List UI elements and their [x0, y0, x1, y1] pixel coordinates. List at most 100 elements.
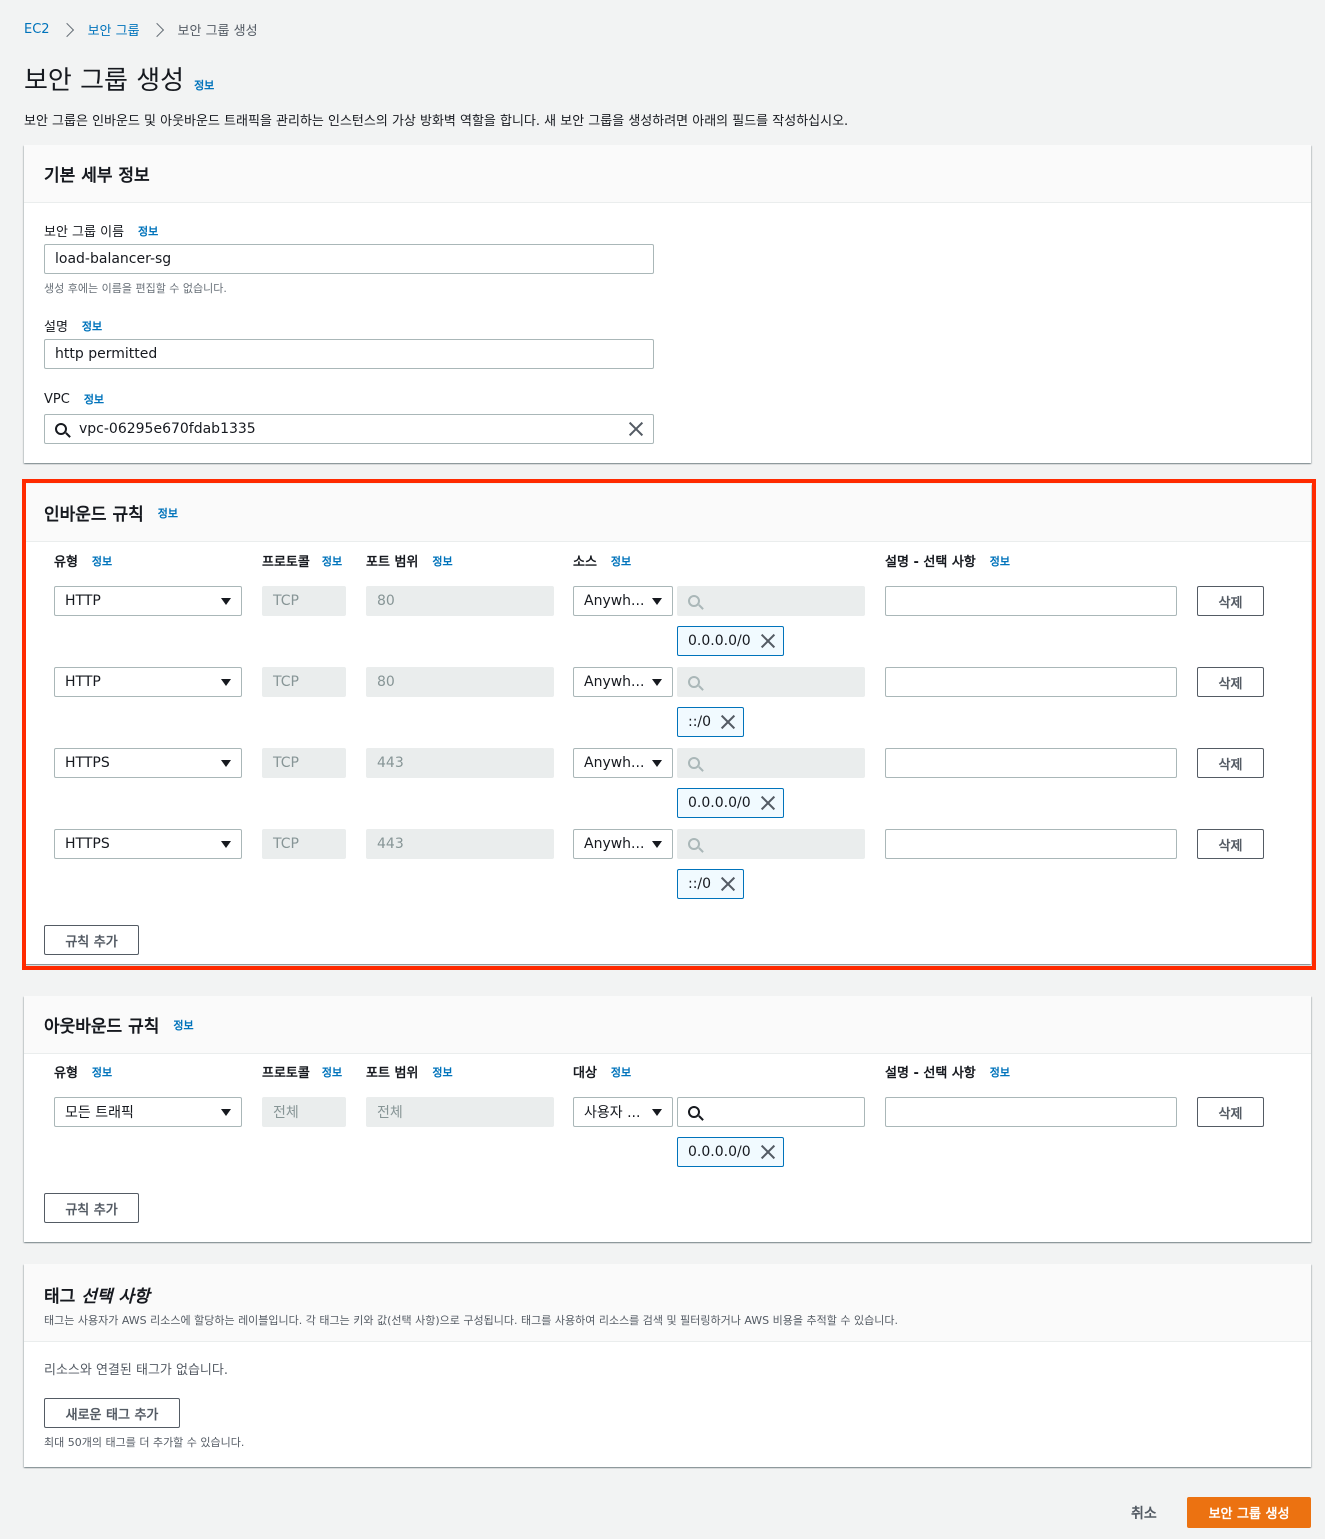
- caret-down-icon: [221, 1108, 231, 1116]
- name-hint: 생성 후에는 이름을 편집할 수 없습니다.: [44, 282, 227, 295]
- search-icon: [688, 676, 700, 688]
- add-outbound-rule-button[interactable]: 규칙 추가: [44, 1193, 139, 1223]
- add-inbound-rule-button[interactable]: 규칙 추가: [44, 925, 139, 955]
- description-value: http permitted: [55, 346, 158, 362]
- inbound-source-select[interactable]: Anywh...: [573, 586, 673, 616]
- description-input[interactable]: http permitted: [44, 339, 654, 369]
- inbound-cidr-search[interactable]: [677, 667, 865, 697]
- inbound-cidr-token: 0.0.0.0/0: [677, 788, 784, 818]
- vpc-select[interactable]: vpc-06295e670fdab1335: [44, 414, 654, 444]
- search-icon: [688, 595, 700, 607]
- tags-empty-text: 리소스와 연결된 태그가 없습니다.: [44, 1363, 228, 1378]
- info-link[interactable]: 정보: [158, 505, 178, 521]
- col-protocol-label: 프로토콜: [262, 555, 310, 570]
- inbound-description-input[interactable]: [885, 748, 1177, 778]
- info-link[interactable]: 정보: [990, 553, 1010, 569]
- col-destination: 대상 정보: [573, 1062, 631, 1082]
- inbound-type-select[interactable]: HTTPS: [54, 829, 242, 859]
- info-link[interactable]: 정보: [611, 1064, 631, 1080]
- col-type-label: 유형: [54, 555, 78, 570]
- description-label-text: 설명: [44, 320, 68, 335]
- create-security-group-button[interactable]: 보안 그룹 생성: [1187, 1497, 1311, 1528]
- tags-description: 태그는 사용자가 AWS 리소스에 할당하는 레이블입니다. 각 태그는 키와 …: [44, 1314, 898, 1327]
- info-link[interactable]: 정보: [322, 553, 342, 569]
- info-link[interactable]: 정보: [990, 1064, 1010, 1080]
- security-group-name-input[interactable]: load-balancer-sg: [44, 244, 654, 274]
- caret-down-icon: [221, 759, 231, 767]
- remove-icon[interactable]: [721, 715, 735, 729]
- outbound-type-select[interactable]: 모든 트래픽: [54, 1097, 242, 1127]
- remove-icon[interactable]: [761, 796, 775, 810]
- caret-down-icon: [221, 840, 231, 848]
- inbound-rules-panel: 인바운드 규칙 정보 유형 정보 프로토콜 정보 포트 범위 정보 소스 정보 설명 -…: [24, 484, 1311, 964]
- col-source: 소스 정보: [573, 551, 631, 571]
- col-protocol-label: 프로토콜: [262, 1066, 310, 1081]
- breadcrumb-security-groups[interactable]: 보안 그룹: [88, 20, 140, 39]
- inbound-cidr-search[interactable]: [677, 748, 865, 778]
- search-icon: [688, 757, 700, 769]
- type-value: HTTP: [65, 593, 101, 609]
- outbound-port-field: 전체: [366, 1097, 554, 1127]
- inbound-protocol-field: TCP: [262, 586, 346, 616]
- info-link[interactable]: 정보: [322, 1064, 342, 1080]
- inbound-cidr-search[interactable]: [677, 829, 865, 859]
- breadcrumb-current: 보안 그룹 생성: [177, 24, 258, 39]
- add-tag-button[interactable]: 새로운 태그 추가: [44, 1398, 180, 1428]
- outbound-cidr-search[interactable]: [677, 1097, 865, 1127]
- inbound-description-input[interactable]: [885, 829, 1177, 859]
- delete-rule-button[interactable]: 삭제: [1197, 748, 1264, 778]
- info-link[interactable]: 정보: [84, 391, 104, 407]
- outbound-cidr-token: 0.0.0.0/0: [677, 1137, 784, 1167]
- info-link[interactable]: 정보: [138, 223, 158, 239]
- inbound-source-select[interactable]: Anywh...: [573, 667, 673, 697]
- page-title: 보안 그룹 생성: [24, 66, 185, 96]
- panel-header: 아웃바운드 규칙 정보: [24, 996, 1311, 1054]
- remove-icon[interactable]: [761, 634, 775, 648]
- info-link[interactable]: 정보: [173, 1017, 193, 1033]
- breadcrumb-ec2[interactable]: EC2: [24, 22, 50, 37]
- inbound-type-select[interactable]: HTTP: [54, 586, 242, 616]
- basic-details-panel: 기본 세부 정보 보안 그룹 이름 정보 load-balancer-sg 생성…: [24, 145, 1311, 463]
- port-value: 80: [377, 593, 395, 609]
- info-link[interactable]: 정보: [194, 77, 214, 93]
- panel-header: 인바운드 규칙 정보: [24, 484, 1311, 542]
- caret-down-icon: [652, 759, 662, 767]
- info-link[interactable]: 정보: [92, 1064, 112, 1080]
- info-link[interactable]: 정보: [92, 553, 112, 569]
- inbound-source-select[interactable]: Anywh...: [573, 748, 673, 778]
- info-link[interactable]: 정보: [82, 318, 102, 334]
- remove-icon[interactable]: [761, 1145, 775, 1159]
- type-value: 모든 트래픽: [65, 1105, 134, 1121]
- inbound-protocol-field: TCP: [262, 748, 346, 778]
- inbound-cidr-search[interactable]: [677, 586, 865, 616]
- port-value: 443: [377, 755, 404, 771]
- inbound-description-input[interactable]: [885, 586, 1177, 616]
- chevron-right-icon: [59, 22, 74, 37]
- delete-rule-button[interactable]: 삭제: [1197, 586, 1264, 616]
- cancel-button[interactable]: 취소: [1131, 1503, 1157, 1523]
- col-port: 포트 범위 정보: [366, 551, 453, 571]
- inbound-source-select[interactable]: Anywh...: [573, 829, 673, 859]
- vpc-label: VPC 정보: [44, 391, 104, 407]
- inbound-type-select[interactable]: HTTP: [54, 667, 242, 697]
- inbound-port-field: 443: [366, 829, 554, 859]
- delete-rule-button[interactable]: 삭제: [1197, 667, 1264, 697]
- delete-rule-button[interactable]: 삭제: [1197, 1097, 1264, 1127]
- source-value: Anywh...: [584, 755, 645, 771]
- clear-icon[interactable]: [629, 422, 643, 436]
- inbound-type-select[interactable]: HTTPS: [54, 748, 242, 778]
- col-port-label: 포트 범위: [366, 555, 419, 570]
- tags-panel: 태그 선택 사항 태그는 사용자가 AWS 리소스에 할당하는 레이블입니다. …: [24, 1264, 1311, 1467]
- outbound-description-input[interactable]: [885, 1097, 1177, 1127]
- outbound-protocol-field: 전체: [262, 1097, 346, 1127]
- info-link[interactable]: 정보: [432, 1064, 452, 1080]
- info-link[interactable]: 정보: [611, 553, 631, 569]
- inbound-description-input[interactable]: [885, 667, 1177, 697]
- remove-icon[interactable]: [721, 877, 735, 891]
- caret-down-icon: [221, 678, 231, 686]
- delete-rule-button[interactable]: 삭제: [1197, 829, 1264, 859]
- protocol-value: TCP: [273, 593, 299, 609]
- type-value: HTTPS: [65, 836, 110, 852]
- info-link[interactable]: 정보: [432, 553, 452, 569]
- outbound-destination-select[interactable]: 사용자 ...: [573, 1097, 673, 1127]
